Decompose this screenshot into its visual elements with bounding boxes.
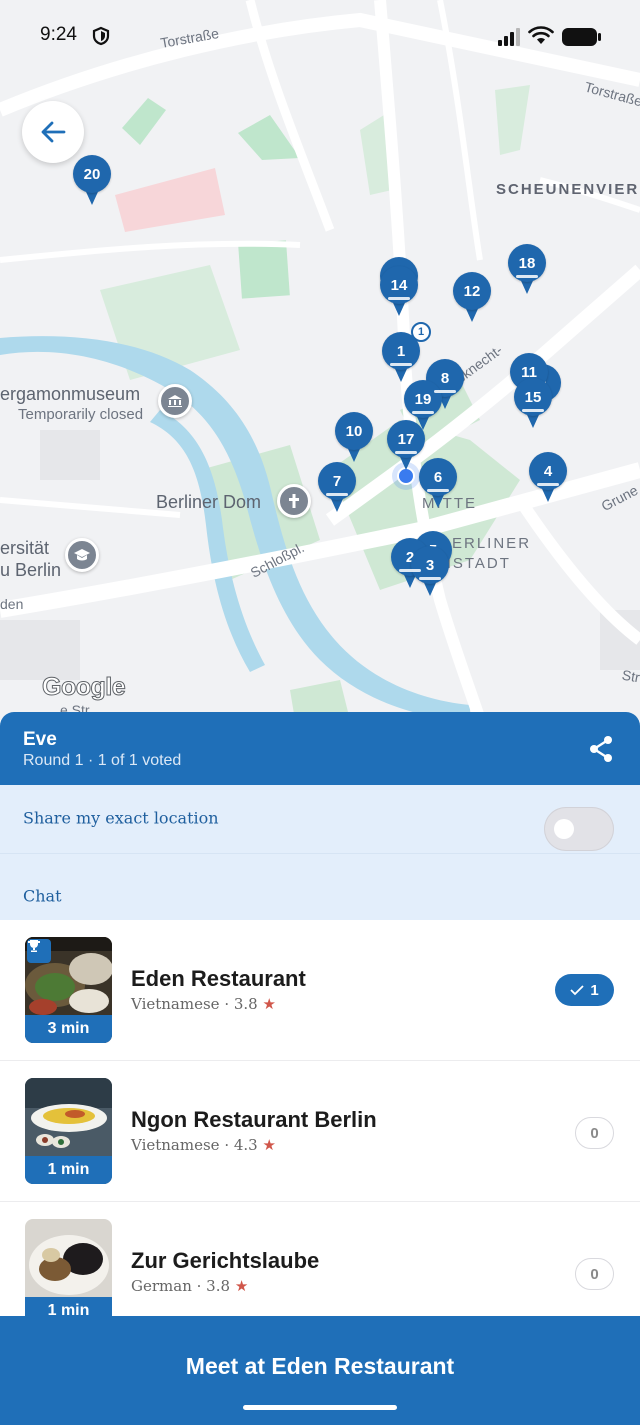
star-icon: ★ [234,1277,249,1295]
university-icon[interactable] [65,538,99,572]
share-location-row: Share my exact location [0,785,640,853]
street-str-right: Str [620,666,640,686]
restaurant-meta: Vietnamese · 3.8 ★ [131,995,276,1013]
map-pin[interactable]: 4 [529,452,567,506]
vote-button[interactable]: 0 [575,1258,614,1290]
restaurant-list: 3 min Eden Restaurant Vietnamese · 3.8 ★… [0,920,640,1343]
meet-at-label: Meet at Eden Restaurant [185,1353,455,1379]
district-berliner-line1: BERLINER [440,535,532,552]
group-header: Eve Round 1 · 1 of 1 voted [0,712,640,785]
meta-separator: · [219,995,234,1013]
map-view[interactable]: Torstraße Torstraße SCHEUNENVIER Karl-Li… [0,0,640,720]
list-item[interactable]: 3 min Eden Restaurant Vietnamese · 3.8 ★… [0,920,640,1061]
restaurant-name: Ngon Restaurant Berlin [131,1107,377,1132]
restaurant-name: Eden Restaurant [131,966,306,991]
vote-button[interactable]: 0 [575,1117,614,1149]
restaurant-rating: 4.3 [233,1136,258,1154]
share-button[interactable] [584,732,618,766]
vote-count: 1 [590,981,599,999]
group-name: Eve [23,729,57,750]
poi-dom-title[interactable]: Berliner Dom [156,492,261,513]
star-icon: ★ [262,1136,276,1154]
home-indicator [243,1405,397,1410]
restaurant-cuisine: Vietnamese [131,995,220,1013]
map-pin[interactable]: 14 [380,266,418,320]
travel-time-badge: 1 min [25,1156,112,1184]
meta-separator: · [219,1136,234,1154]
poi-pergamon-title[interactable]: ergamonmuseum [0,384,140,405]
map-pin[interactable]: 6 [419,458,457,512]
restaurant-rating: 3.8 [206,1277,231,1295]
chat-row[interactable]: Chat [0,853,640,920]
vote-count: 0 [590,1265,599,1283]
shield-icon [92,26,110,46]
poi-pergamon-sub: Temporarily closed [18,406,144,423]
map-pin[interactable]: 10 [335,412,373,466]
vote-count: 0 [590,1124,599,1142]
share-location-label: Share my exact location [23,808,219,828]
restaurant-cuisine: Vietnamese [131,1136,220,1154]
wifi-icon [528,26,554,44]
check-icon [570,985,584,996]
pin-number: 12 [453,272,491,310]
map-pin[interactable]: 18 [508,244,546,298]
restaurant-name: Zur Gerichtslaube [131,1248,320,1273]
map-pin[interactable]: 15 [514,378,552,432]
restaurant-meta: Vietnamese · 4.3 ★ [131,1136,276,1154]
arrow-left-icon [41,121,66,143]
signal-icon [498,28,520,46]
share-location-toggle[interactable] [544,807,614,851]
map-pin[interactable]: 7 [318,462,356,516]
restaurant-cuisine: German [131,1277,192,1295]
battery-icon [562,28,601,46]
status-bar: 9:24 [0,0,640,72]
round-info: Round 1 · 1 of 1 voted [23,752,182,769]
map-pin[interactable]: 1 [382,332,420,386]
poi-uni-line1[interactable]: ersität [0,538,49,559]
map-pin[interactable]: 12 [453,272,491,326]
star-icon: ★ [262,995,276,1013]
restaurant-photo: 1 min [25,1219,112,1325]
restaurant-meta: German · 3.8 ★ [131,1277,248,1295]
list-item[interactable]: 1 min Ngon Restaurant Berlin Vietnamese … [0,1061,640,1202]
meta-separator: · [191,1277,207,1295]
poi-uni-line2[interactable]: u Berlin [0,560,61,581]
back-button[interactable] [22,101,84,163]
vote-button[interactable]: 1 [555,974,614,1006]
restaurant-photo: 1 min [25,1078,112,1184]
restaurant-rating: 3.8 [233,995,258,1013]
restaurant-photo: 3 min [25,937,112,1043]
museum-icon[interactable] [158,384,192,418]
share-icon [590,736,612,762]
trophy-icon [27,939,51,963]
map-pin[interactable]: 20 [73,155,111,209]
chat-label: Chat [23,886,62,906]
street-den: den [0,596,24,612]
google-attribution: Google [41,673,126,702]
district-scheunenviertel: SCHEUNENVIER [496,181,640,198]
pin-number: 10 [335,412,373,450]
church-icon[interactable] [277,484,311,518]
map-pin[interactable]: 3 [411,546,449,600]
status-time: 9:24 [40,24,77,45]
travel-time-badge: 3 min [25,1015,112,1043]
pin-number: 20 [73,155,111,193]
